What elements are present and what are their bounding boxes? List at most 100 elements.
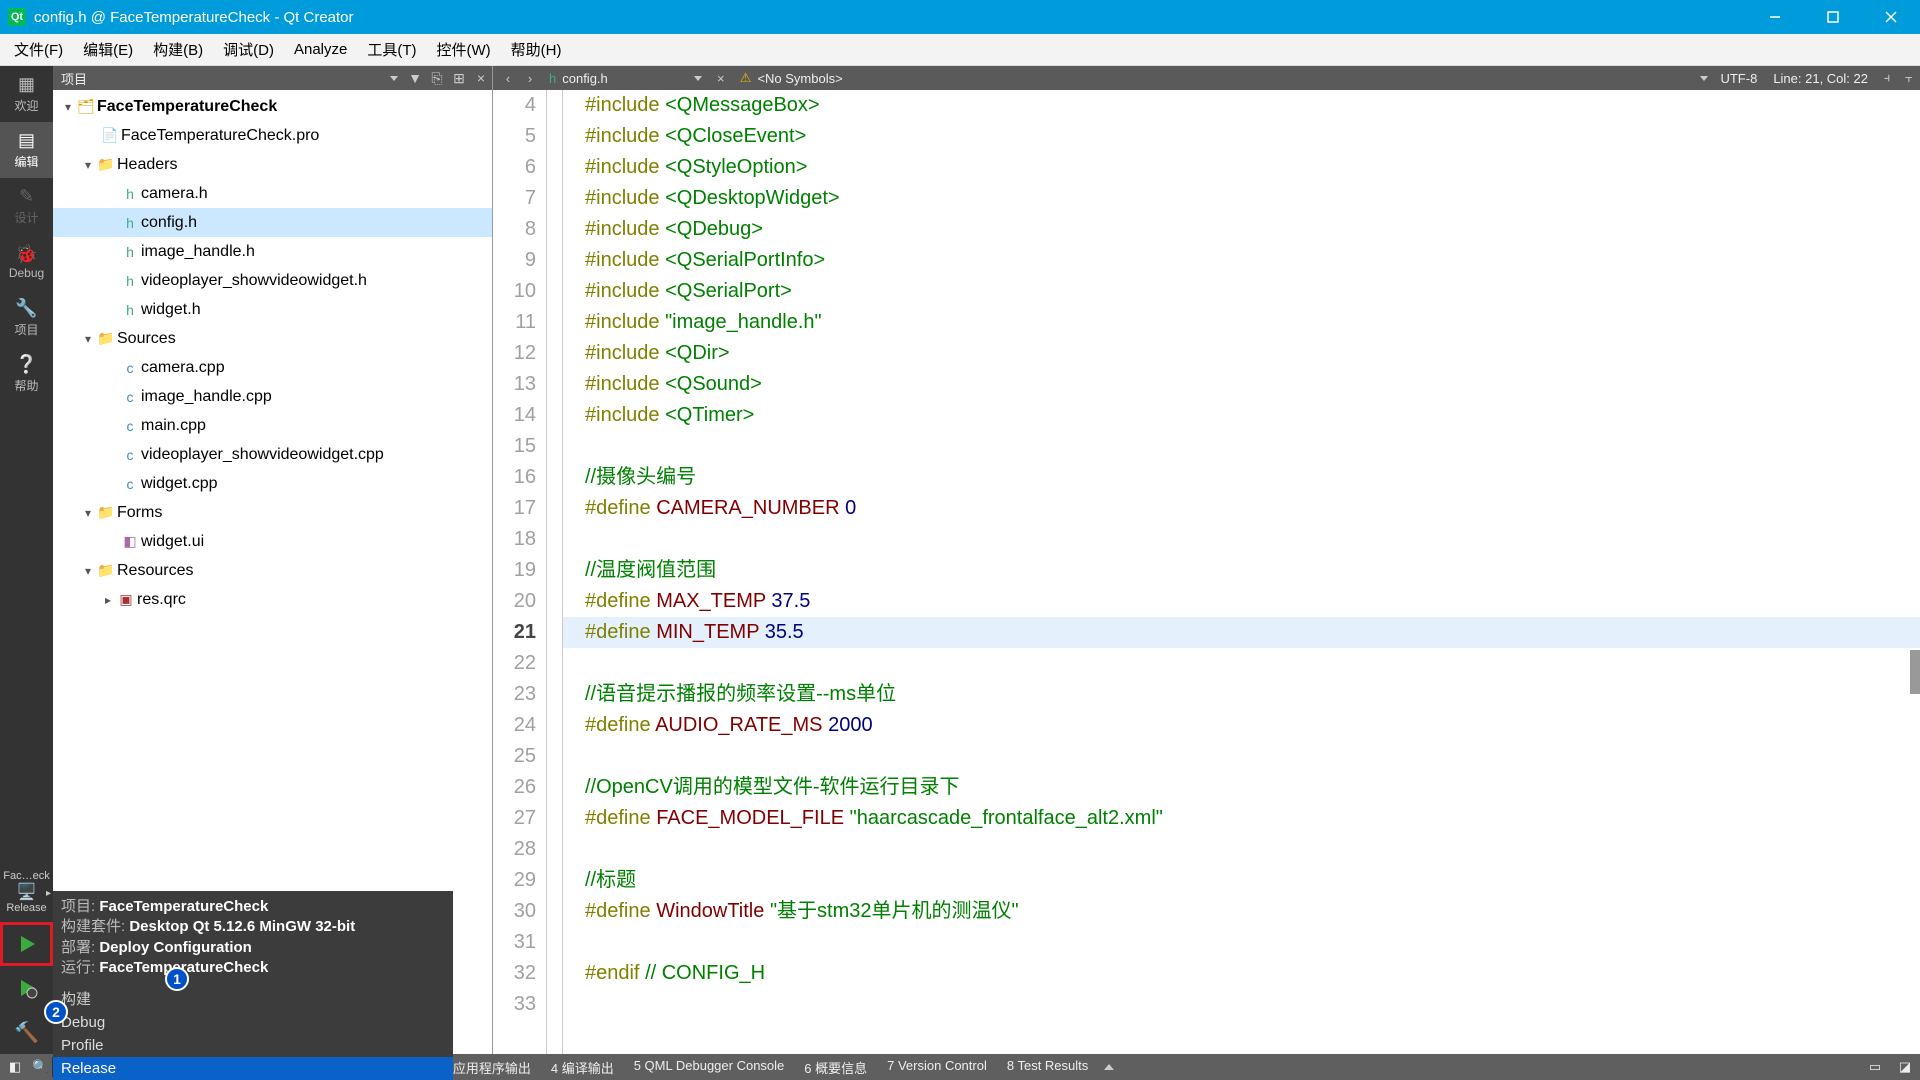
code-line[interactable]: #define WindowTitle "基于stm32单片机的测温仪" — [585, 896, 1920, 927]
tree-resources[interactable]: ▾📁Resources — [53, 556, 492, 585]
code-line[interactable]: #include <QDir> — [585, 338, 1920, 369]
chevron-up-icon[interactable] — [1104, 1064, 1114, 1070]
chevron-down-icon[interactable]: ▾ — [81, 564, 95, 578]
split-v-button[interactable]: ⫟ — [1898, 66, 1920, 90]
filter-icon[interactable]: ▼ — [404, 66, 426, 90]
code-line[interactable]: #define AUDIO_RATE_MS 2000 — [585, 710, 1920, 741]
encoding-label[interactable]: UTF-8 — [1712, 71, 1765, 86]
link-icon[interactable]: ⎘ — [426, 66, 448, 90]
run-button[interactable] — [0, 922, 53, 966]
kit-option-profile[interactable]: Profile — [53, 1034, 453, 1057]
code-editor[interactable]: 4567891011121314151617181920212223242526… — [493, 90, 1920, 1054]
mode-welcome[interactable]: ▦ 欢迎 — [0, 66, 53, 122]
tree-file[interactable]: ▸▣res.qrc — [53, 585, 492, 614]
code-line[interactable]: //摄像头编号 — [585, 462, 1920, 493]
code-line[interactable]: #include <QDebug> — [585, 214, 1920, 245]
menu-widgets[interactable]: 控件(W) — [427, 35, 501, 64]
progress-button[interactable]: ◪ — [1890, 1054, 1920, 1080]
menu-debug[interactable]: 调试(D) — [213, 35, 284, 64]
code-line[interactable] — [585, 648, 1920, 679]
tree-file[interactable]: cimage_handle.cpp — [53, 382, 492, 411]
tree-file[interactable]: himage_handle.h — [53, 237, 492, 266]
tree-file[interactable]: ◧widget.ui — [53, 527, 492, 556]
code-line[interactable]: #define CAMERA_NUMBER 0 — [585, 493, 1920, 524]
chevron-right-icon[interactable]: ▸ — [101, 593, 115, 607]
code-line[interactable]: //OpenCV调用的模型文件-软件运行目录下 — [585, 772, 1920, 803]
code-line[interactable] — [585, 927, 1920, 958]
code-line[interactable]: #include <QSound> — [585, 369, 1920, 400]
tree-file[interactable]: ccamera.cpp — [53, 353, 492, 382]
code-line[interactable]: #define FACE_MODEL_FILE "haarcascade_fro… — [585, 803, 1920, 834]
tree-file[interactable]: hvideoplayer_showvideowidget.h — [53, 266, 492, 295]
code-line[interactable]: #include <QCloseEvent> — [585, 121, 1920, 152]
kit-selector[interactable]: Fac…eck 🖥️ Release ▸ — [0, 866, 53, 922]
tree-sources[interactable]: ▾📁Sources — [53, 324, 492, 353]
tree-file[interactable]: hwidget.h — [53, 295, 492, 324]
mode-projects[interactable]: 🔧 项目 — [0, 290, 53, 346]
code-line[interactable]: #include <QSerialPortInfo> — [585, 245, 1920, 276]
output-tab[interactable]: 6 概要信息 — [794, 1058, 877, 1077]
output-tab[interactable]: 7 Version Control — [877, 1058, 997, 1077]
add-pane-icon[interactable]: ⊞ — [448, 66, 470, 90]
code-line[interactable]: #define MAX_TEMP 37.5 — [585, 586, 1920, 617]
run-debug-button[interactable] — [0, 966, 53, 1010]
menu-file[interactable]: 文件(F) — [4, 35, 73, 64]
mode-debug[interactable]: 🐞 Debug — [0, 234, 53, 290]
tree-pro-file[interactable]: 📄FaceTemperatureCheck.pro — [53, 121, 492, 150]
open-file-dropdown[interactable]: h config.h — [541, 71, 710, 86]
output-tab[interactable]: 5 QML Debugger Console — [624, 1058, 795, 1077]
menu-tools[interactable]: 工具(T) — [357, 35, 426, 64]
kit-option-debug[interactable]: Debug — [53, 1011, 453, 1034]
menu-edit[interactable]: 编辑(E) — [73, 35, 143, 64]
tree-file[interactable]: cmain.cpp — [53, 411, 492, 440]
output-tab[interactable]: 4 编译输出 — [541, 1058, 624, 1077]
code-line[interactable] — [585, 989, 1920, 1020]
cursor-position[interactable]: Line: 21, Col: 22 — [1765, 71, 1876, 86]
minimize-button[interactable] — [1746, 0, 1804, 34]
code-line[interactable] — [585, 741, 1920, 772]
code-line[interactable]: //语音提示播报的频率设置--ms单位 — [585, 679, 1920, 710]
code-line[interactable] — [585, 524, 1920, 555]
toggle-sidebar-button[interactable]: ◧ — [0, 1054, 30, 1080]
chevron-down-icon[interactable]: ▾ — [81, 158, 95, 172]
tree-project[interactable]: ▾🗂FaceTemperatureCheck — [53, 92, 492, 121]
mode-edit[interactable]: ▤ 编辑 — [0, 122, 53, 178]
close-document-button[interactable]: × — [710, 66, 732, 90]
mode-help[interactable]: ❔ 帮助 — [0, 346, 53, 402]
chevron-down-icon[interactable] — [390, 76, 398, 81]
scrollbar-thumb[interactable] — [1910, 650, 1920, 694]
code-line[interactable] — [585, 834, 1920, 865]
maximize-button[interactable] — [1804, 0, 1862, 34]
code-line[interactable]: //温度阀值范围 — [585, 555, 1920, 586]
close-button[interactable] — [1862, 0, 1920, 34]
tree-file[interactable]: hcamera.h — [53, 179, 492, 208]
code-line[interactable]: #include <QMessageBox> — [585, 90, 1920, 121]
tree-file[interactable]: cvideoplayer_showvideowidget.cpp — [53, 440, 492, 469]
menu-build[interactable]: 构建(B) — [143, 35, 213, 64]
code-line[interactable]: #include <QSerialPort> — [585, 276, 1920, 307]
code-line[interactable]: //标题 — [585, 865, 1920, 896]
code-line[interactable] — [585, 431, 1920, 462]
menu-analyze[interactable]: Analyze — [284, 37, 357, 62]
code-line[interactable]: #endif // CONFIG_H — [585, 958, 1920, 989]
code-line[interactable]: #include <QDesktopWidget> — [585, 183, 1920, 214]
chevron-down-icon[interactable]: ▾ — [61, 100, 75, 114]
nav-fwd-button[interactable]: › — [519, 66, 541, 90]
tree-forms[interactable]: ▾📁Forms — [53, 498, 492, 527]
menu-help[interactable]: 帮助(H) — [501, 35, 572, 64]
output-tab[interactable]: 8 Test Results — [997, 1058, 1098, 1077]
fold-strip[interactable] — [547, 90, 563, 1054]
code-line[interactable]: #define MIN_TEMP 35.5 — [563, 617, 1920, 648]
tree-file[interactable]: cwidget.cpp — [53, 469, 492, 498]
code-line[interactable]: #include "image_handle.h" — [585, 307, 1920, 338]
chevron-down-icon[interactable]: ▾ — [81, 506, 95, 520]
code-pane[interactable]: #include <QMessageBox>#include <QCloseEv… — [563, 90, 1920, 1054]
mode-design[interactable]: ✎ 设计 — [0, 178, 53, 234]
nav-back-button[interactable]: ‹ — [497, 66, 519, 90]
chevron-down-icon[interactable]: ▾ — [81, 332, 95, 346]
code-line[interactable]: #include <QTimer> — [585, 400, 1920, 431]
chevron-down-icon[interactable] — [1700, 76, 1708, 81]
tree-file-config[interactable]: hconfig.h — [53, 208, 492, 237]
tree-headers[interactable]: ▾📁Headers — [53, 150, 492, 179]
split-h-button[interactable]: ⫞ — [1876, 66, 1898, 90]
